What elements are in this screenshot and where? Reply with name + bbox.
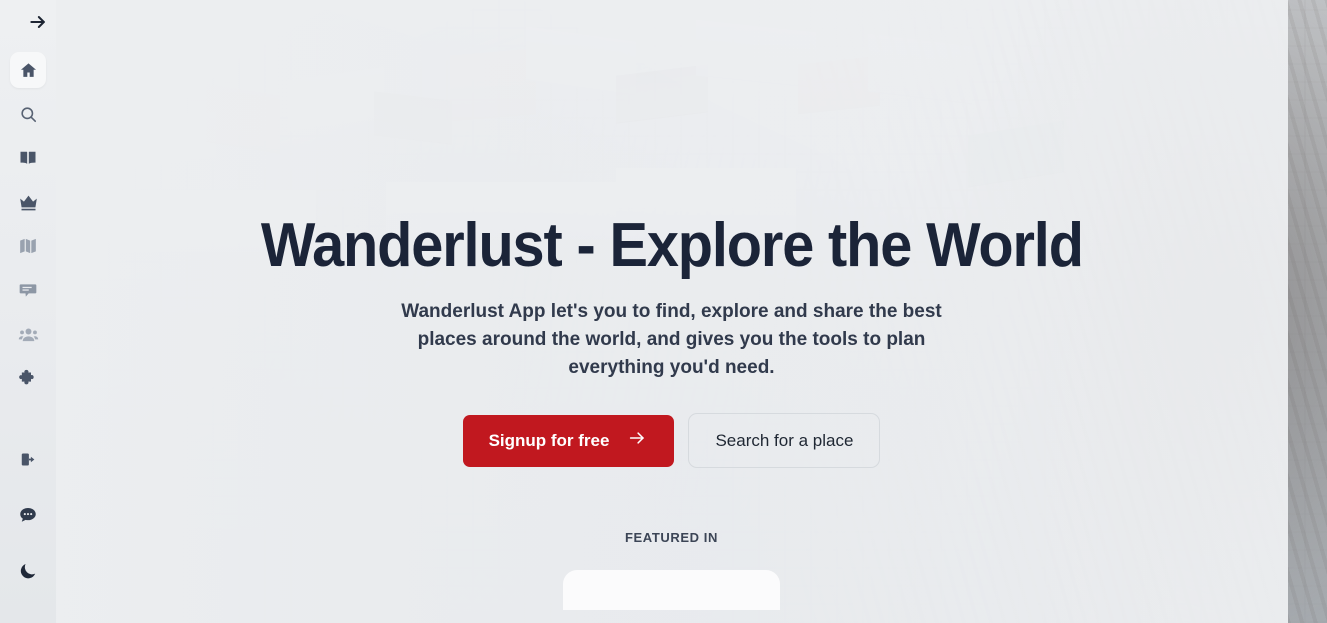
hero-cta-group: Signup for free Search for a place <box>462 413 881 469</box>
app-root: Wanderlust - Explore the World Wanderlus… <box>0 0 1327 623</box>
page-title: Wanderlust - Explore the World <box>260 211 1084 280</box>
sidebar-item-community[interactable] <box>10 316 46 352</box>
logout-icon <box>19 450 38 469</box>
featured-logo-card <box>563 570 780 611</box>
sidebar-item-dark-mode[interactable] <box>10 553 46 589</box>
featured-in-label: FEATURED IN <box>624 530 719 546</box>
sidebar-item-home[interactable] <box>10 52 46 88</box>
hero-subtitle: Wanderlust App let's you to find, explor… <box>401 301 942 379</box>
sidebar-item-integrations[interactable] <box>10 360 46 396</box>
moon-icon <box>18 561 38 581</box>
signup-button[interactable]: Signup for free <box>462 414 675 467</box>
crown-icon <box>18 192 39 213</box>
puzzle-icon <box>18 368 38 388</box>
search-place-button[interactable]: Search for a place <box>688 413 881 469</box>
sidebar-item-support[interactable] <box>10 497 46 533</box>
home-icon <box>19 61 38 80</box>
arrow-right-icon <box>28 12 48 37</box>
search-place-button-label: Search for a place <box>715 430 854 450</box>
sidebar-item-guides[interactable] <box>10 140 46 176</box>
signup-button-label: Signup for free <box>488 430 610 450</box>
users-icon <box>18 324 39 345</box>
map-icon <box>18 236 38 256</box>
comment-icon <box>18 280 38 300</box>
expand-sidebar-button[interactable] <box>0 0 56 48</box>
sidebar-primary-nav <box>10 48 46 400</box>
arrow-right-icon <box>626 429 648 452</box>
sidebar-item-messages[interactable] <box>10 272 46 308</box>
sidebar-item-search[interactable] <box>10 96 46 132</box>
sidebar-bottom-nav <box>10 431 46 599</box>
sidebar-item-premium[interactable] <box>10 184 46 220</box>
sidebar-item-logout[interactable] <box>10 441 46 477</box>
chat-dots-icon <box>18 505 38 525</box>
sidebar <box>0 0 56 623</box>
book-icon <box>18 148 38 168</box>
search-icon <box>19 105 38 124</box>
sidebar-item-map[interactable] <box>10 228 46 264</box>
